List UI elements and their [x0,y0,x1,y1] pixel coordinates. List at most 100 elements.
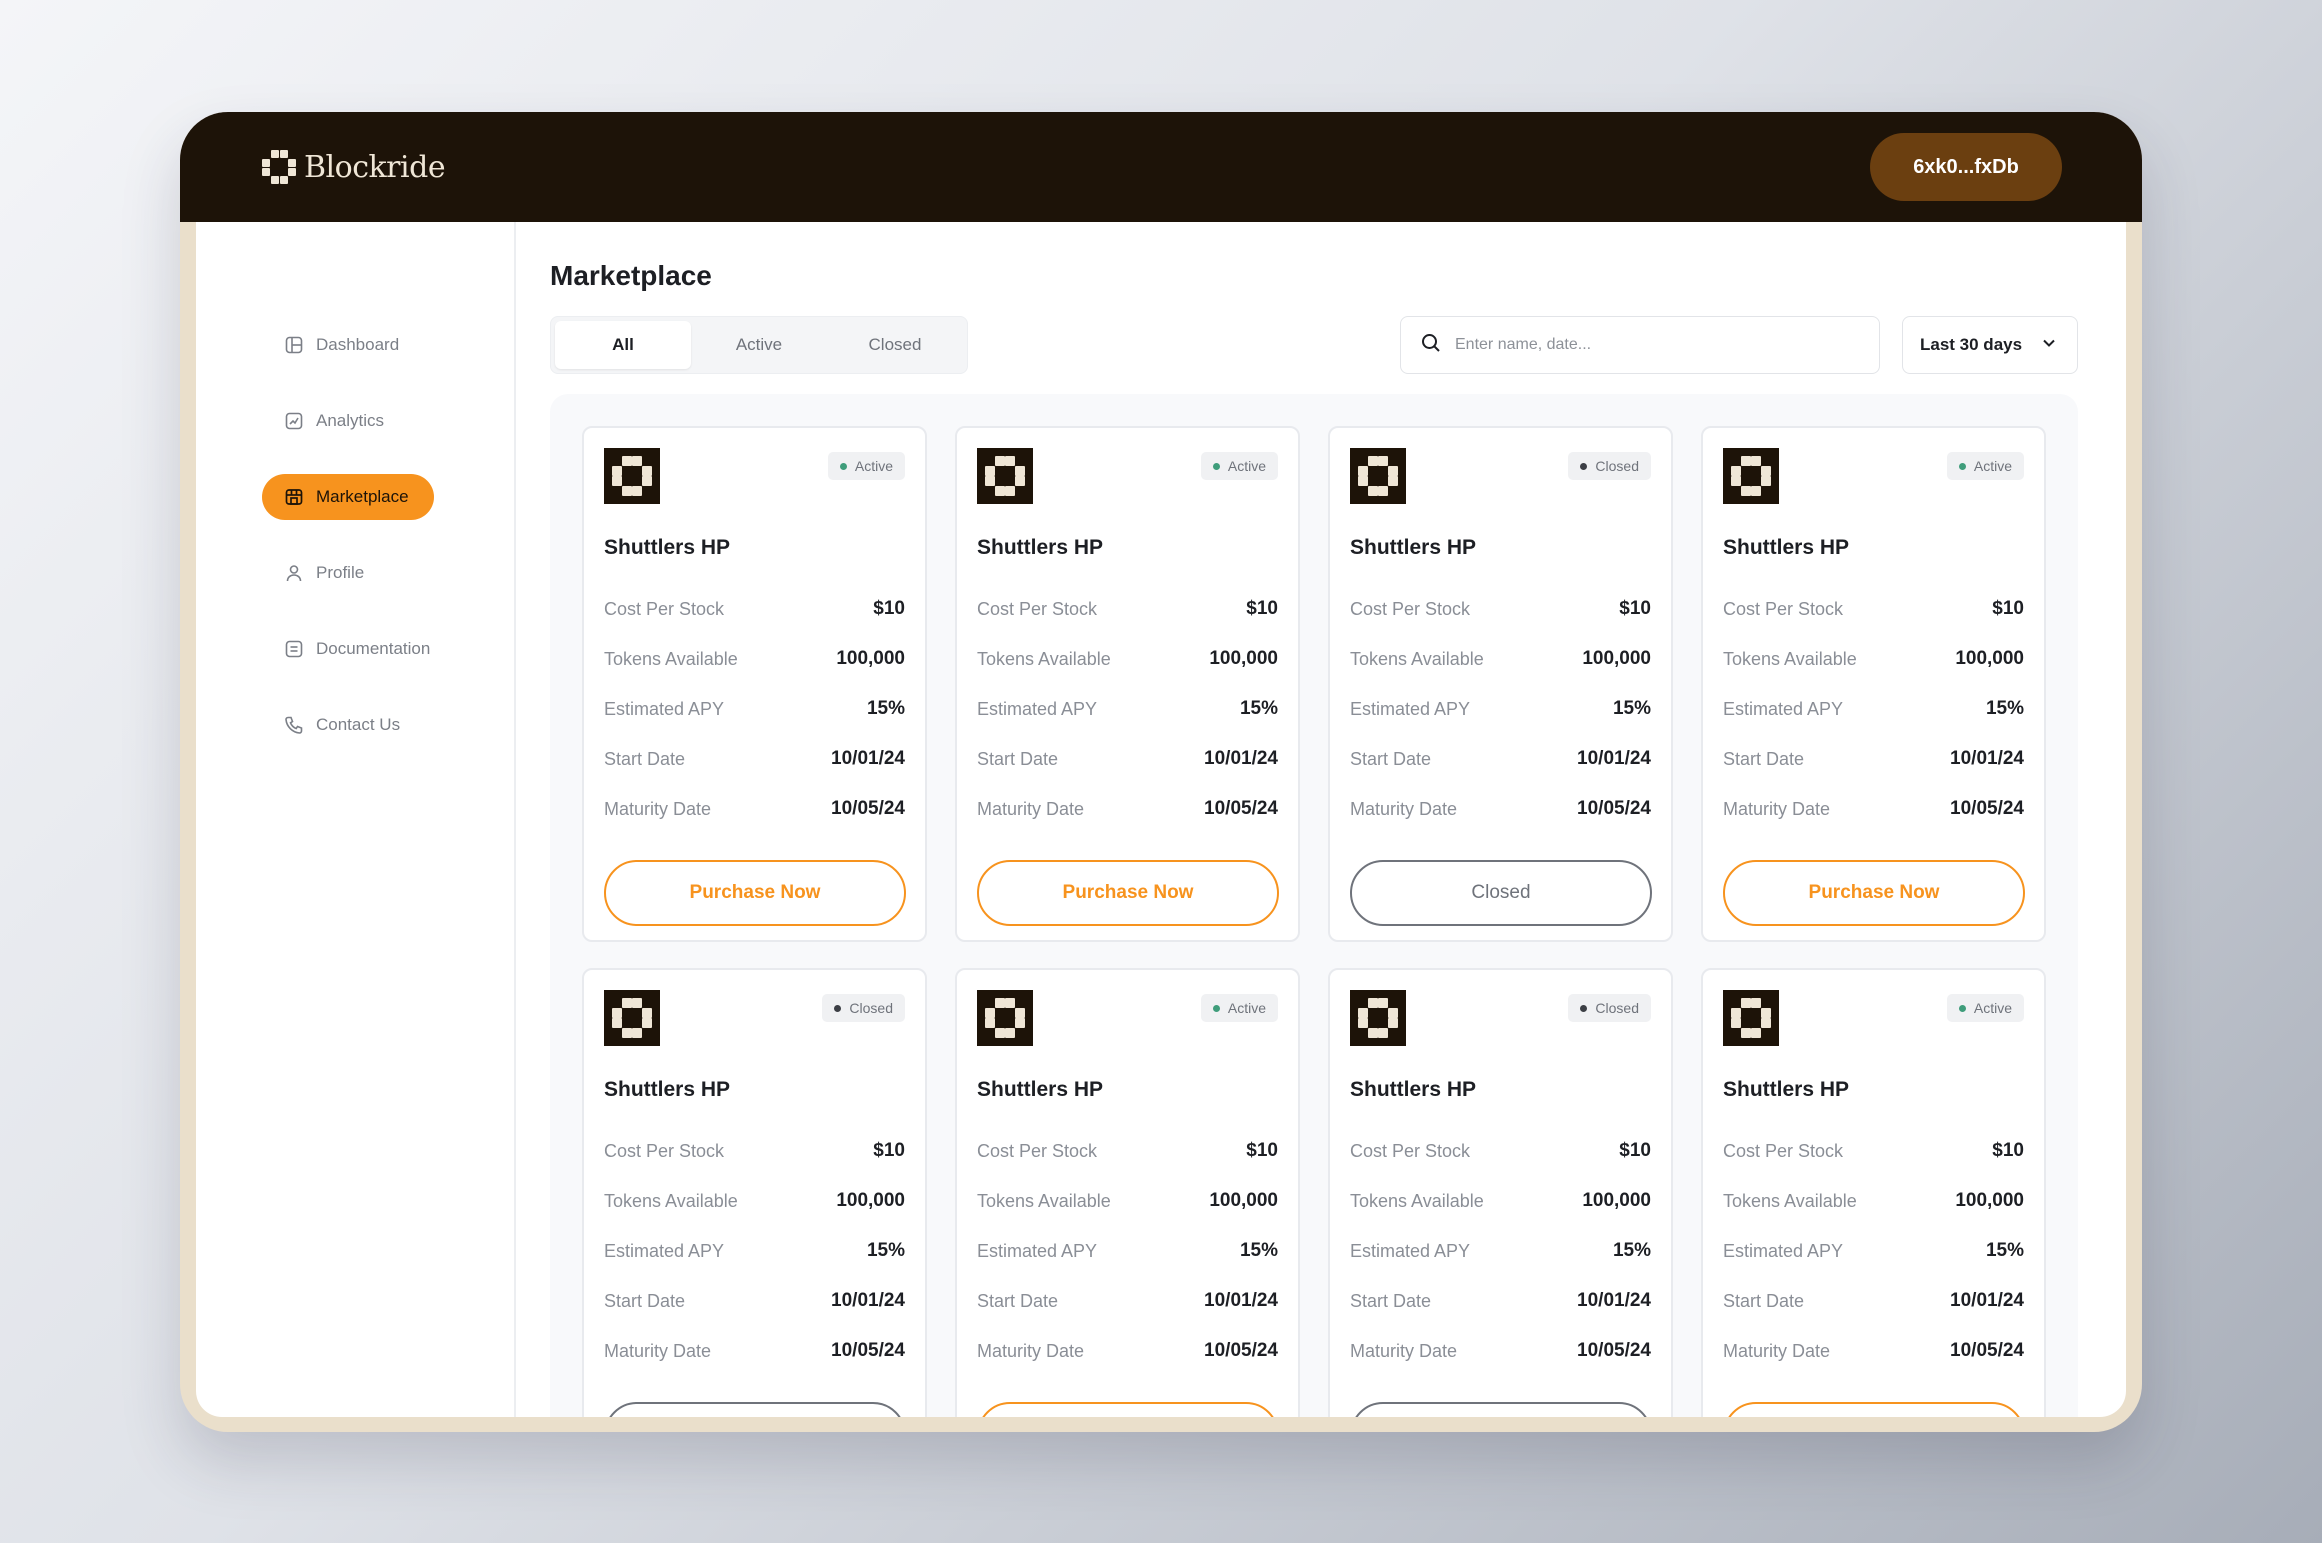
purchase-now-button[interactable]: Purchase Now [604,860,906,926]
start-date-row: Start Date 10/01/24 [604,734,905,784]
cost-label: Cost Per Stock [1350,1140,1471,1161]
start-date-row: Start Date 10/01/24 [1723,1276,2024,1326]
search-input[interactable] [1455,336,1855,354]
maturity-date-label: Maturity Date [1350,1340,1458,1361]
listing-name: Shuttlers HP [1350,1078,1477,1101]
closed-button[interactable]: Closed [1350,860,1652,926]
tokens-label: Tokens Available [977,1190,1111,1211]
sidebar-item-profile[interactable]: Profile [262,550,434,596]
sidebar-item-analytics[interactable]: Analytics [262,398,434,444]
maturity-date-value: 10/05/24 [1950,798,2024,819]
maturity-date-value: 10/05/24 [1204,1340,1278,1361]
cost-value: $10 [1619,598,1651,619]
cost-label: Cost Per Stock [977,1140,1098,1161]
purchase-now-button[interactable]: Purchase Now [1723,860,2025,926]
purchase-now-button[interactable]: Purchase Now [1723,1402,2025,1417]
date-range-select[interactable]: Last 30 days [1902,316,2078,374]
sidebar: Dashboard Analytics Marketplace Profile [196,222,516,1417]
status-badge: Closed [1568,994,1651,1022]
maturity-date-row: Maturity Date 10/05/24 [1723,1326,2024,1376]
listing-card[interactable]: Closed Shuttlers HP Cost Per Stock $10 T… [1328,426,1673,942]
status-dot-icon [1580,462,1588,470]
maturity-date-value: 10/05/24 [1950,1340,2024,1361]
start-date-row: Start Date 10/01/24 [1350,734,1651,784]
listings-panel: Active Shuttlers HP Cost Per Stock $10 T… [550,394,2078,1417]
maturity-date-label: Maturity Date [1723,798,1831,819]
apy-label: Estimated APY [1723,1240,1844,1261]
dashboard-icon [284,335,304,355]
document-icon [284,639,304,659]
apy-row: Estimated APY 15% [977,1226,1278,1276]
tokens-label: Tokens Available [1350,648,1484,669]
closed-button[interactable]: Closed [604,1402,906,1417]
listing-card[interactable]: Active Shuttlers HP Cost Per Stock $10 T… [955,426,1300,942]
marketplace-icon [284,487,304,507]
listing-card[interactable]: Active Shuttlers HP Cost Per Stock $10 T… [955,968,1300,1417]
closed-button[interactable]: Closed [1350,1402,1652,1417]
cost-value: $10 [1992,598,2024,619]
cost-row: Cost Per Stock $10 [604,584,905,634]
apy-value: 15% [1239,698,1278,719]
listing-card[interactable]: Active Shuttlers HP Cost Per Stock $10 T… [582,426,927,942]
apy-label: Estimated APY [1350,1240,1471,1261]
apy-value: 15% [1612,1240,1651,1261]
sidebar-item-dashboard[interactable]: Dashboard [262,322,434,368]
listing-card[interactable]: Active Shuttlers HP Cost Per Stock $10 T… [1701,968,2046,1417]
page-title: Marketplace [550,260,712,291]
cost-row: Cost Per Stock $10 [1350,584,1651,634]
tokens-value: 100,000 [836,648,905,669]
status-dot-icon [1580,1004,1588,1012]
status-text: Closed [1595,458,1639,474]
maturity-date-value: 10/05/24 [1577,1340,1651,1361]
status-text: Active [1227,458,1266,474]
purchase-now-button[interactable]: Purchase Now [977,860,1279,926]
maturity-date-label: Maturity Date [1350,798,1458,819]
apy-label: Estimated APY [1723,698,1844,719]
cost-label: Cost Per Stock [977,598,1098,619]
tokens-label: Tokens Available [977,648,1111,669]
status-badge: Active [1946,452,2024,480]
sidebar-item-label: Analytics [316,411,385,430]
start-date-row: Start Date 10/01/24 [977,734,1278,784]
tokens-value: 100,000 [1582,1190,1651,1211]
sidebar-item-marketplace[interactable]: Marketplace [262,474,434,520]
apy-row: Estimated APY 15% [1350,684,1651,734]
maturity-date-label: Maturity Date [1723,1340,1831,1361]
purchase-now-button[interactable]: Purchase Now [977,1402,1279,1417]
listing-card[interactable]: Closed Shuttlers HP Cost Per Stock $10 T… [582,968,927,1417]
tokens-label: Tokens Available [1723,648,1857,669]
tokens-label: Tokens Available [1723,1190,1857,1211]
listing-name: Shuttlers HP [977,536,1104,559]
blockride-logo-icon [262,150,296,184]
apy-row: Estimated APY 15% [977,684,1278,734]
device-frame: Blockride 6xk0...fxDb Dashboard Analytic… [180,112,2142,1432]
sidebar-item-documentation[interactable]: Documentation [262,626,434,672]
status-text: Closed [1595,1000,1639,1016]
listing-card[interactable]: Closed Shuttlers HP Cost Per Stock $10 T… [1328,968,1673,1417]
start-date-value: 10/01/24 [1204,1290,1278,1311]
brand[interactable]: Blockride [262,150,446,185]
listings-grid: Active Shuttlers HP Cost Per Stock $10 T… [582,426,2046,1417]
apy-label: Estimated APY [977,698,1098,719]
tab-active[interactable]: Active [691,321,827,369]
apy-value: 15% [866,1240,905,1261]
tab-closed[interactable]: Closed [827,321,963,369]
start-date-value: 10/01/24 [831,1290,905,1311]
tokens-value: 100,000 [1955,1190,2024,1211]
chevron-down-icon [2040,334,2058,357]
tab-all[interactable]: All [555,321,691,369]
status-dot-icon [1212,1004,1220,1012]
sidebar-item-label: Profile [316,563,365,582]
listing-card[interactable]: Active Shuttlers HP Cost Per Stock $10 T… [1701,426,2046,942]
start-date-value: 10/01/24 [831,748,905,769]
tokens-row: Tokens Available 100,000 [1350,1176,1651,1226]
wallet-address-button[interactable]: 6xk0...fxDb [1870,133,2062,201]
status-badge: Closed [822,994,905,1022]
tokens-row: Tokens Available 100,000 [977,634,1278,684]
sidebar-item-contact-us[interactable]: Contact Us [262,702,434,748]
start-date-row: Start Date 10/01/24 [604,1276,905,1326]
apy-value: 15% [1612,698,1651,719]
tokens-label: Tokens Available [604,1190,738,1211]
apy-value: 15% [866,698,905,719]
apy-row: Estimated APY 15% [604,684,905,734]
